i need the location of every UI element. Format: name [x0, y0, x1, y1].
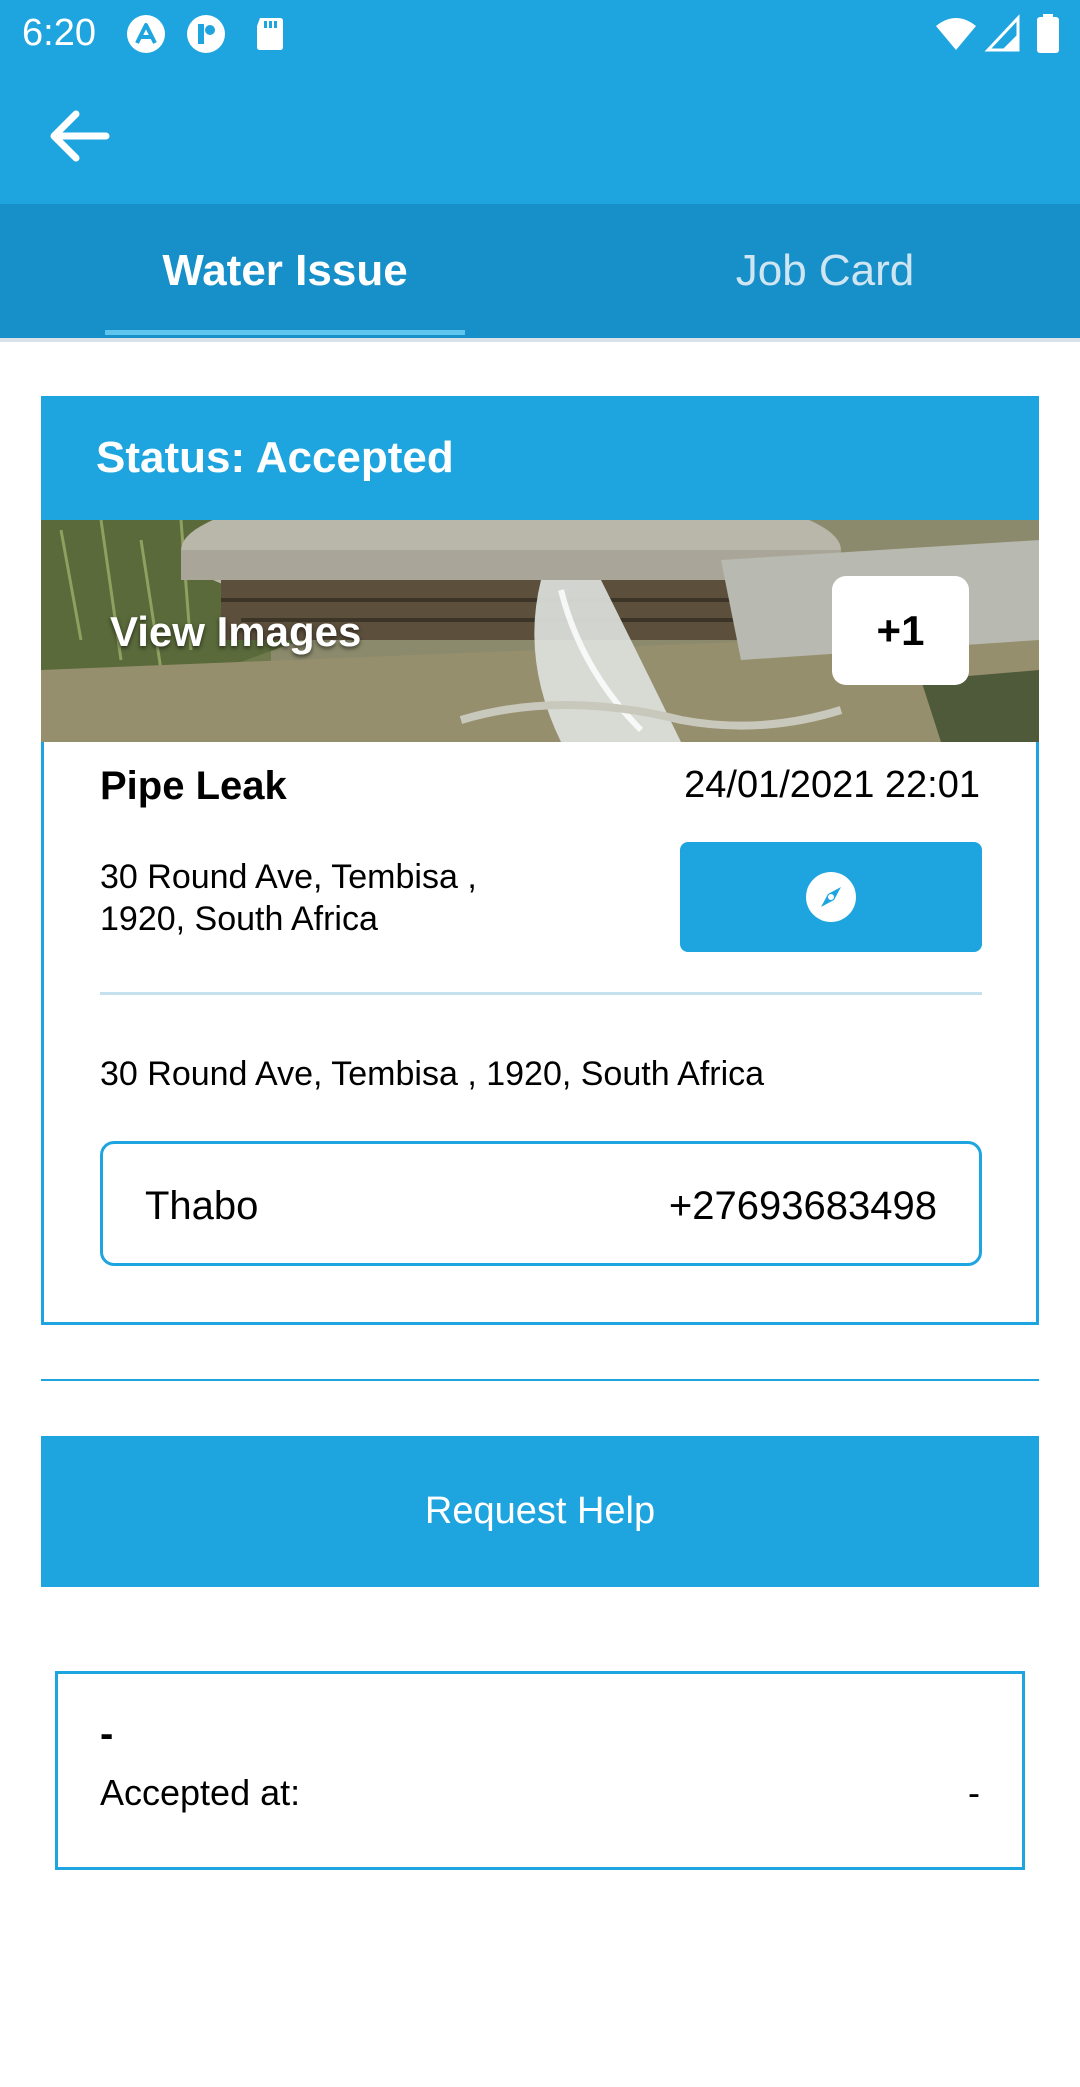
section-divider — [41, 1379, 1039, 1381]
tab-job-card[interactable]: Job Card — [640, 204, 1010, 338]
tab-bar-shadow — [0, 338, 1080, 342]
view-images-link[interactable]: View Images — [110, 608, 361, 656]
acceptance-info-box: - Accepted at: - — [55, 1671, 1025, 1870]
status-bar: 6:20 — [0, 0, 1080, 68]
compass-icon — [806, 872, 856, 922]
accepted-by-value: - — [100, 1712, 114, 1756]
toggl-icon — [187, 15, 225, 53]
tab-water-issue[interactable]: Water Issue — [105, 204, 465, 338]
issue-address-full: 30 Round Ave, Tembisa , 1920, South Afri… — [100, 1055, 765, 1093]
navigate-button[interactable] — [680, 842, 982, 952]
active-tab-indicator — [105, 330, 465, 335]
signal-icon — [984, 14, 1020, 52]
issue-title: Pipe Leak — [100, 764, 287, 808]
status-time: 6:20 — [22, 12, 96, 54]
issue-datetime: 24/01/2021 22:01 — [684, 764, 980, 806]
status-header: Status: Accepted — [41, 396, 1039, 520]
contact-name: Thabo — [145, 1184, 259, 1228]
accepted-at-value: - — [968, 1772, 980, 1813]
card-divider — [100, 992, 982, 995]
contact-phone[interactable]: +27693683498 — [669, 1184, 937, 1229]
extra-images-badge[interactable]: +1 — [832, 576, 969, 685]
request-help-button[interactable]: Request Help — [41, 1436, 1039, 1587]
contact-box[interactable]: Thabo +27693683498 — [100, 1141, 982, 1266]
app-bar — [0, 68, 1080, 204]
autodesk-icon — [127, 15, 165, 53]
battery-icon — [1037, 14, 1059, 53]
sd-card-icon — [257, 18, 283, 50]
tab-bar: Water Issue Job Card — [0, 204, 1080, 338]
accepted-at-label: Accepted at: — [100, 1772, 301, 1813]
wifi-icon — [936, 18, 976, 50]
back-arrow-icon[interactable] — [44, 106, 114, 166]
issue-address-short: 30 Round Ave, Tembisa , 1920, South Afri… — [100, 858, 477, 938]
